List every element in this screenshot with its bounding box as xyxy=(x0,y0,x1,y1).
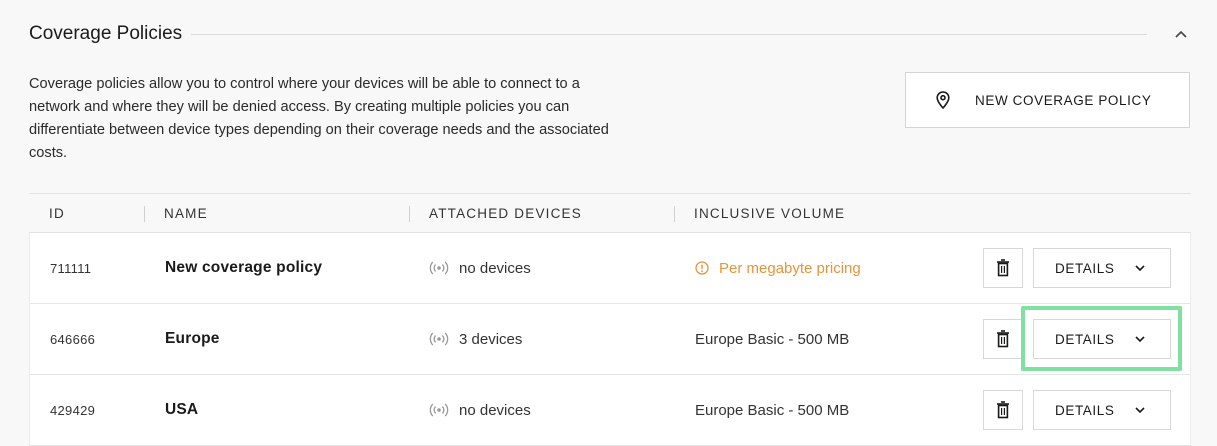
table-row: 646666 Europe 3 devices Europe Basic - 5… xyxy=(29,304,1191,375)
inclusive-volume-text: Europe Basic - 500 MB xyxy=(695,330,850,348)
column-header-inclusive-volume: INCLUSIVE VOLUME xyxy=(694,206,846,221)
info-icon xyxy=(695,261,709,275)
table-header: ID NAME ATTACHED DEVICES INCLUSIVE VOLUM… xyxy=(29,193,1191,233)
chevron-down-icon xyxy=(1134,262,1146,274)
delete-button[interactable] xyxy=(983,390,1023,430)
attached-devices-text: no devices xyxy=(459,401,531,419)
delete-button[interactable] xyxy=(983,319,1023,359)
table-row: 429429 USA no devices Europe Basic - 500… xyxy=(29,375,1191,446)
attached-devices-text: 3 devices xyxy=(459,330,523,348)
policy-id: 429429 xyxy=(50,402,96,418)
inclusive-volume-text: Per megabyte pricing xyxy=(719,259,861,277)
chevron-down-icon xyxy=(1134,333,1146,345)
coverage-policies-table: ID NAME ATTACHED DEVICES INCLUSIVE VOLUM… xyxy=(29,193,1191,446)
inclusive-volume-text: Europe Basic - 500 MB xyxy=(695,401,850,419)
details-button-label: DETAILS xyxy=(1055,331,1115,347)
details-button[interactable]: DETAILS xyxy=(1033,248,1171,288)
collapse-button[interactable] xyxy=(1171,24,1191,44)
column-header-name: NAME xyxy=(164,206,208,221)
delete-button[interactable] xyxy=(983,248,1023,288)
section-description: Coverage policies allow you to control w… xyxy=(29,76,609,161)
signal-icon xyxy=(429,332,449,346)
section-header: Coverage Policies xyxy=(29,20,1191,48)
details-button-label: DETAILS xyxy=(1055,260,1115,276)
details-button[interactable]: DETAILS xyxy=(1033,390,1171,430)
policy-name: New coverage policy xyxy=(165,259,323,276)
column-separator xyxy=(674,206,675,222)
chevron-up-icon xyxy=(1175,30,1187,38)
attached-devices: 3 devices xyxy=(429,304,522,374)
policy-id: 711111 xyxy=(50,260,92,276)
trash-icon xyxy=(997,401,1009,419)
column-header-attached-devices: ATTACHED DEVICES xyxy=(429,206,582,221)
policy-name: Europe xyxy=(165,330,220,347)
new-coverage-policy-label: NEW COVERAGE POLICY xyxy=(975,92,1152,108)
header-divider xyxy=(191,33,1147,35)
new-coverage-policy-button[interactable]: NEW COVERAGE POLICY xyxy=(905,72,1190,128)
attached-devices: no devices xyxy=(429,375,531,445)
inclusive-volume: Europe Basic - 500 MB xyxy=(695,375,849,445)
section-title: Coverage Policies xyxy=(29,23,183,44)
inclusive-volume: Europe Basic - 500 MB xyxy=(695,304,849,374)
attached-devices-text: no devices xyxy=(459,259,531,277)
details-button[interactable]: DETAILS xyxy=(1033,319,1171,359)
attached-devices: no devices xyxy=(429,233,531,303)
inclusive-volume: Per megabyte pricing xyxy=(695,233,861,303)
trash-icon xyxy=(997,259,1009,277)
details-button-label: DETAILS xyxy=(1055,402,1115,418)
column-header-id: ID xyxy=(49,206,65,221)
policy-id: 646666 xyxy=(50,331,96,347)
signal-icon xyxy=(429,261,449,275)
column-separator xyxy=(409,206,410,222)
policy-name: USA xyxy=(165,401,199,418)
table-row: 711111 New coverage policy no devices Pe… xyxy=(29,233,1191,304)
trash-icon xyxy=(997,330,1009,348)
column-separator xyxy=(144,206,145,222)
location-pin-icon xyxy=(936,91,950,109)
chevron-down-icon xyxy=(1134,404,1146,416)
signal-icon xyxy=(429,403,449,417)
